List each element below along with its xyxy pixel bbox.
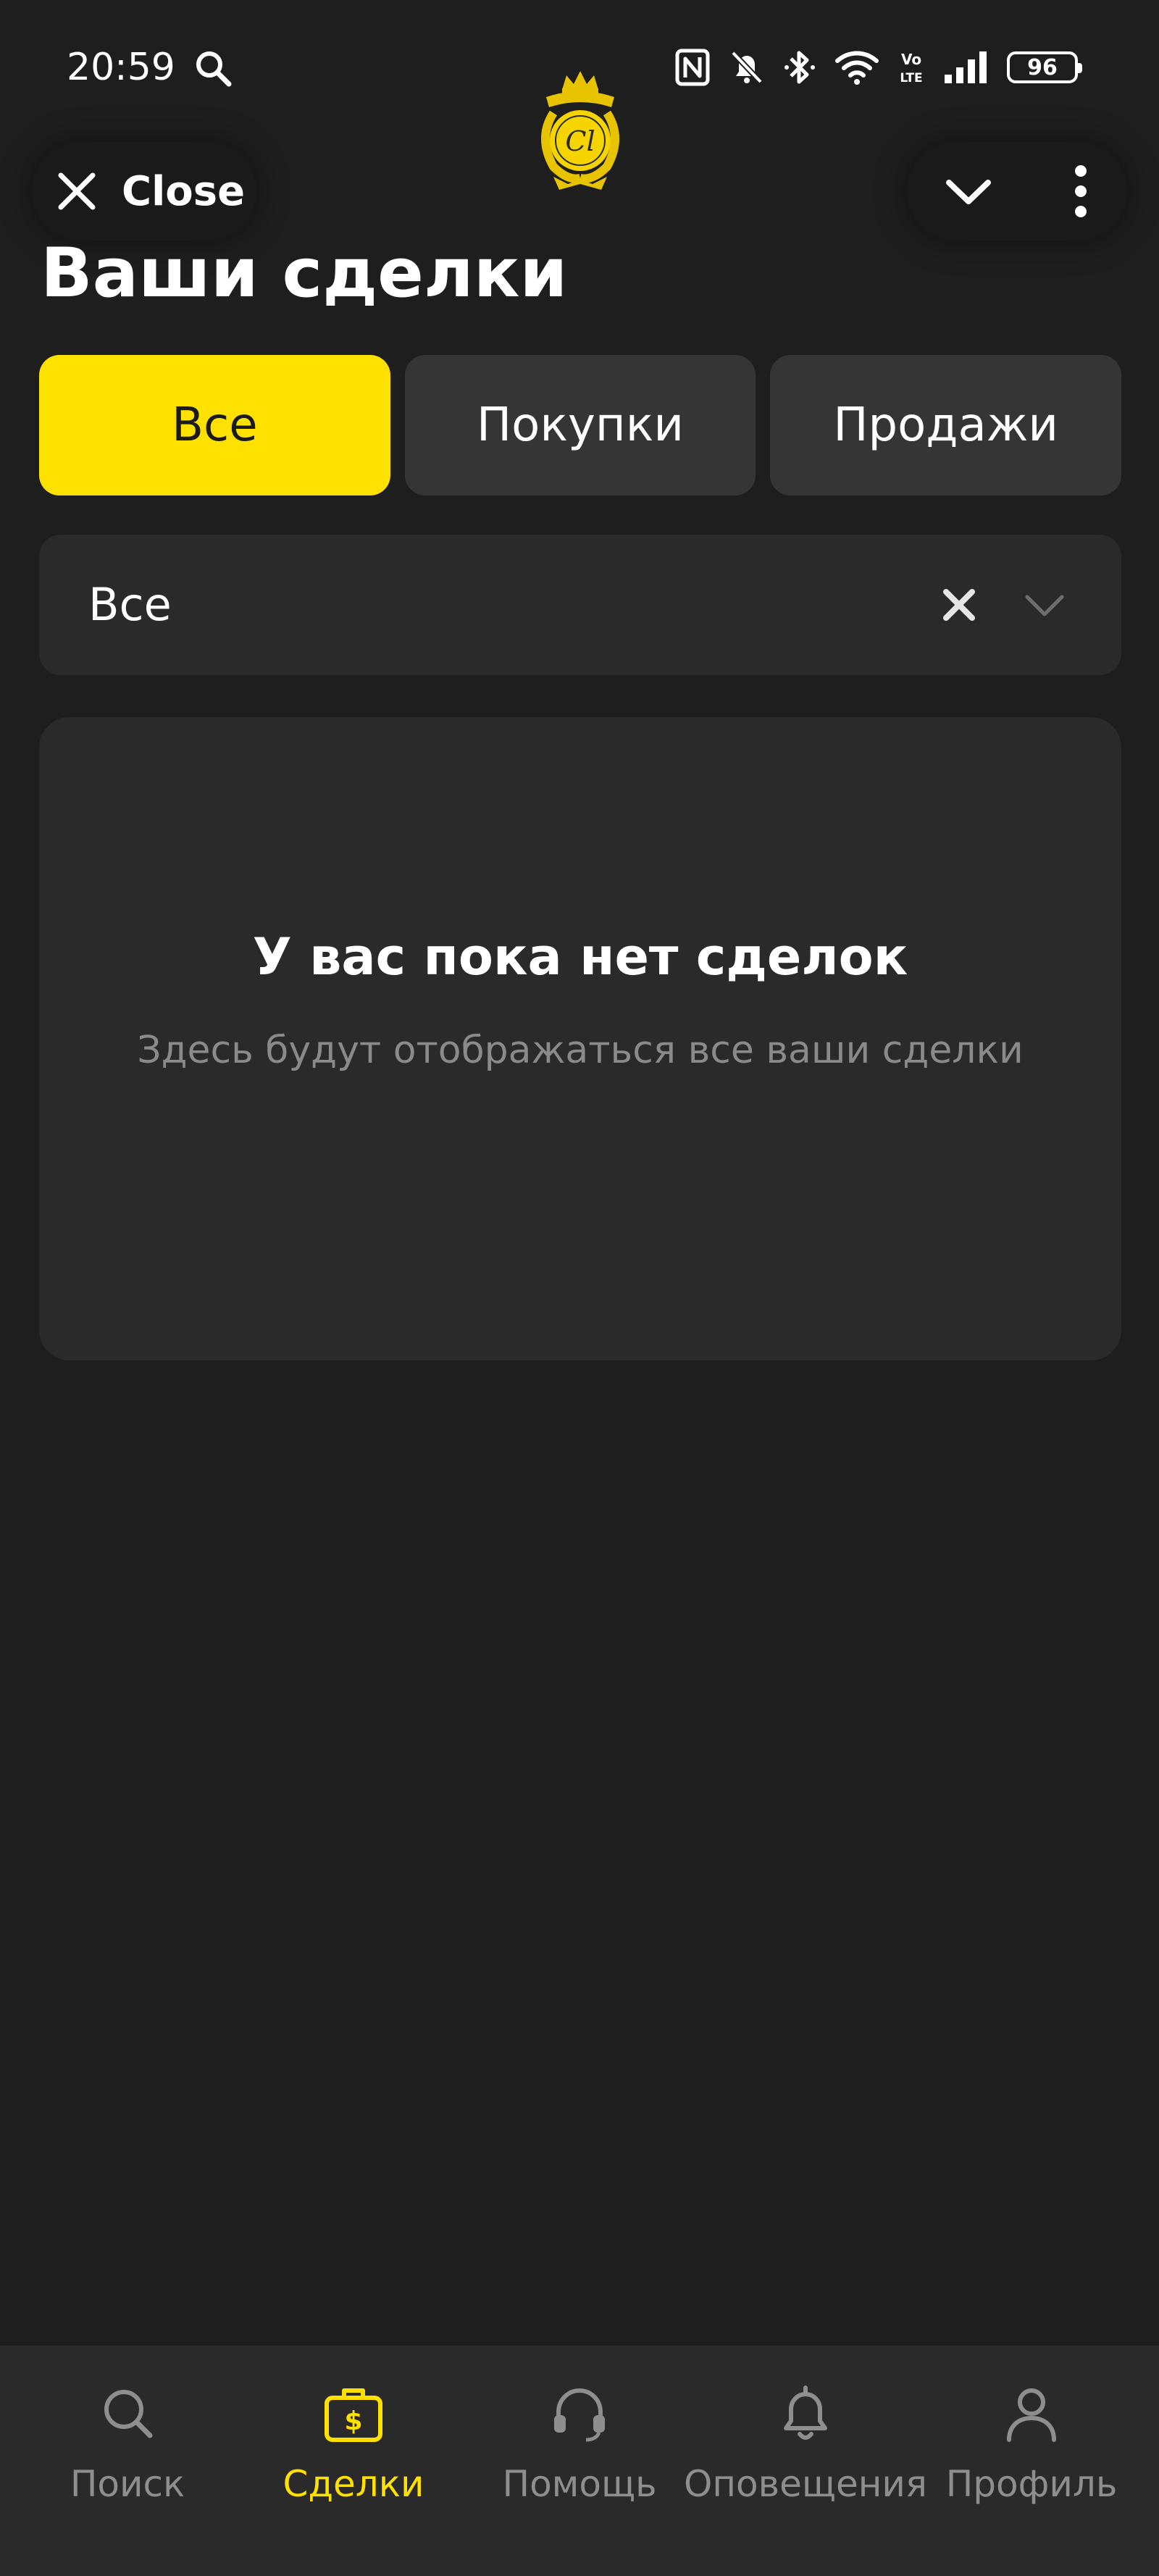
crest-logo: Cl — [541, 71, 619, 190]
volte-icon: Vo LTE — [900, 51, 922, 85]
svg-text:Vo: Vo — [901, 51, 921, 68]
wifi-icon — [835, 51, 879, 85]
close-label: Close — [122, 167, 246, 215]
close-icon — [58, 172, 96, 210]
chevron-down-icon[interactable] — [937, 167, 1000, 217]
svg-text:$: $ — [344, 2406, 362, 2436]
clear-icon[interactable] — [936, 582, 982, 628]
nav-label: Профиль — [945, 2463, 1118, 2505]
headset-icon — [554, 2388, 605, 2442]
close-button[interactable]: Close — [32, 142, 256, 241]
bluetooth-icon — [784, 51, 815, 84]
nfc-icon — [675, 49, 710, 86]
svg-text:LTE: LTE — [900, 71, 922, 85]
nav-label: Оповещения — [684, 2463, 927, 2505]
deal-type-tabs: Все Покупки Продажи — [39, 355, 1122, 495]
tab-sales[interactable]: Продажи — [770, 355, 1122, 495]
tab-all[interactable]: Все — [39, 355, 390, 495]
empty-state-subtitle: Здесь будут отображаться все ваши сделки — [137, 1029, 1024, 1072]
nav-label: Поиск — [70, 2463, 185, 2505]
signal-icon — [945, 51, 987, 83]
user-icon — [1007, 2388, 1056, 2442]
status-time: 20:59 — [67, 46, 175, 89]
header-menu — [907, 142, 1127, 241]
filter-selected-value: Все — [88, 578, 172, 631]
briefcase-dollar-icon: $ — [325, 2388, 382, 2442]
search-icon — [104, 2390, 153, 2438]
empty-state-title: У вас пока нет сделок — [252, 927, 908, 987]
nav-item-profile[interactable]: Профиль — [923, 2346, 1140, 2576]
svg-text:Cl: Cl — [565, 125, 595, 157]
bottom-navigation: Поиск $ Сделки Помощь Оповещения Профиль — [0, 2346, 1159, 2576]
battery-icon: 96 — [1007, 51, 1082, 83]
nav-item-deals[interactable]: $ Сделки — [245, 2346, 462, 2576]
nav-item-help[interactable]: Помощь — [471, 2346, 688, 2576]
status-icons: Vo LTE 96 — [675, 43, 1082, 91]
bell-icon — [784, 2385, 827, 2440]
chevron-down-icon[interactable] — [1021, 585, 1068, 624]
empty-state-card: У вас пока нет сделок Здесь будут отобра… — [39, 717, 1121, 1360]
nav-label: Сделки — [283, 2463, 424, 2505]
nav-item-search[interactable]: Поиск — [19, 2346, 236, 2576]
more-vertical-icon[interactable] — [1066, 164, 1095, 219]
nav-label: Помощь — [502, 2463, 657, 2505]
tab-purchases[interactable]: Покупки — [404, 355, 756, 495]
status-filter-select[interactable]: Все — [39, 535, 1121, 675]
nav-item-notifications[interactable]: Оповещения — [684, 2346, 927, 2576]
search-icon — [196, 51, 232, 87]
bell-off-icon — [731, 51, 763, 84]
page-title: Ваши сделки — [41, 234, 568, 313]
